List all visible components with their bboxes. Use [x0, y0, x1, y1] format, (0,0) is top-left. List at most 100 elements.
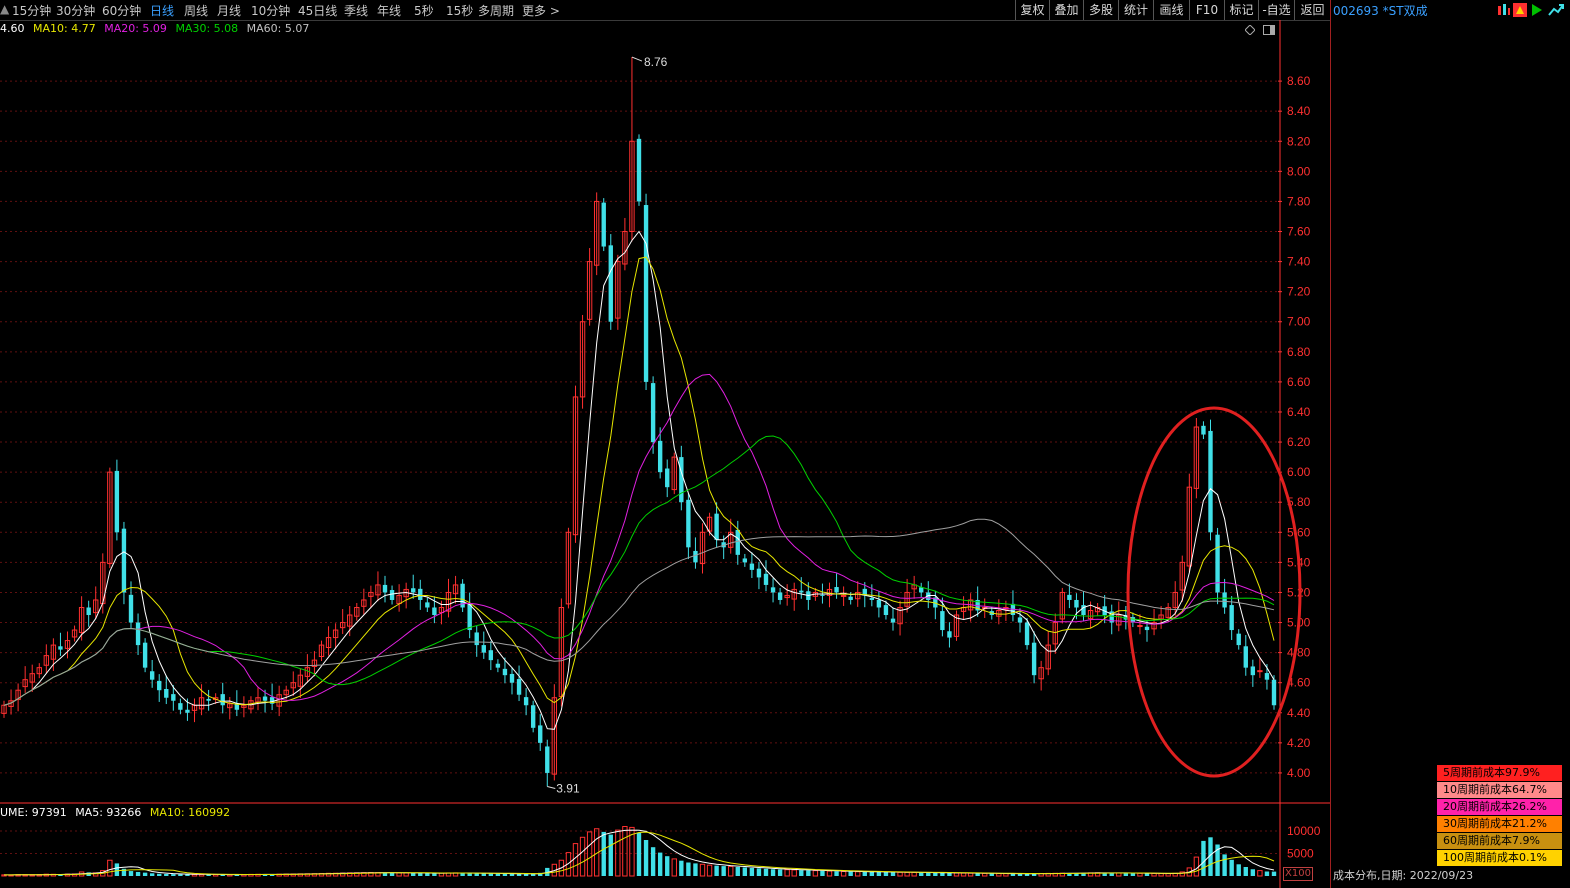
candle-body-down [432, 607, 437, 616]
cost-legend-row-4: 60周期前成本7.9% [1437, 833, 1562, 849]
price-tick-label: 6.80 [1287, 345, 1311, 359]
period-tab-13[interactable]: 更多 > [522, 2, 560, 19]
cost-legend-row-1: 10周期前成本64.7% [1437, 782, 1562, 798]
candle-body-down [1031, 642, 1037, 676]
tool-button-3[interactable]: 统计 [1118, 0, 1153, 20]
candle-body-down [1222, 592, 1227, 608]
candle-body-down [1264, 673, 1270, 680]
chart-mode-icon[interactable] [1497, 3, 1511, 17]
price-tick-label: 4.40 [1287, 706, 1311, 720]
volume-bar-down [933, 872, 938, 876]
candle-body-down [262, 696, 268, 701]
candle-body-down [1201, 425, 1206, 435]
candle-body-down [467, 603, 472, 631]
candle-body-down [940, 611, 945, 631]
volume-bar-up [953, 872, 960, 877]
candle-body-down [1271, 679, 1277, 706]
tool-button-0[interactable]: 复权 [1015, 0, 1049, 20]
volume-bar-up [960, 872, 967, 877]
volume-bar-down [926, 872, 931, 876]
candle-body-down [947, 631, 952, 638]
tool-button-6[interactable]: 标记 [1224, 0, 1258, 20]
candle-body-down [876, 599, 882, 608]
candle-body-down [86, 607, 91, 616]
volume-bar-down [714, 865, 719, 876]
volume-bar-down [1123, 873, 1129, 876]
candle-body-down [58, 646, 63, 650]
price-tick-label: 7.20 [1287, 285, 1311, 299]
volume-bar-up [982, 872, 988, 877]
volume-bar-down [1264, 871, 1270, 876]
period-tab-2[interactable]: 60分钟 [102, 2, 141, 19]
period-tab-10[interactable]: 5秒 [414, 2, 434, 19]
candle-body-down [1243, 646, 1248, 668]
volume-bar-down [834, 871, 839, 876]
tool-button-5[interactable]: F10 [1189, 0, 1224, 20]
period-tab-5[interactable]: 月线 [217, 2, 241, 19]
period-tab-8[interactable]: 季线 [344, 2, 368, 19]
cost-legend-row-3: 30周期前成本21.2% [1437, 816, 1562, 832]
volume-bar-up [840, 871, 847, 877]
toolbar-left-edge-icon: ▲ [0, 2, 10, 16]
period-tab-12[interactable]: 多周期 [478, 2, 514, 19]
volume-bar-down [467, 873, 472, 876]
volume-bar-down [799, 870, 804, 876]
candle-body-down [693, 550, 698, 563]
volume-ma5-value: MA5: 93266 [75, 806, 142, 819]
price-tick-label: 7.00 [1287, 315, 1311, 329]
volume-bar-up [1137, 872, 1143, 877]
candle-body-down [679, 457, 684, 503]
volume-bar-up [897, 871, 903, 877]
tool-button-8[interactable]: 返回 [1294, 0, 1330, 20]
period-tab-9[interactable]: 年线 [377, 2, 401, 19]
cost-legend-row-2: 20周期前成本26.2% [1437, 799, 1562, 815]
volume-bar-up [911, 871, 917, 877]
candle-body-down [777, 592, 783, 600]
tool-button-4[interactable]: 画线 [1153, 0, 1189, 20]
indicator-icon[interactable] [1513, 3, 1527, 17]
candle-body-down [509, 673, 515, 683]
period-tab-3[interactable]: 日线 [150, 2, 174, 19]
candle-body-down [636, 138, 642, 202]
volume-bar-down [763, 868, 769, 876]
candle-body-down [1024, 622, 1030, 646]
tool-button-2[interactable]: 多股 [1083, 0, 1118, 20]
volume-bar-up [855, 871, 861, 877]
period-tab-11[interactable]: 15秒 [446, 2, 473, 19]
volume-bar-down [135, 871, 141, 876]
candle-body-down [495, 663, 501, 668]
period-tab-6[interactable]: 10分钟 [251, 2, 290, 19]
candle-body-down [883, 605, 889, 616]
expand-icon[interactable] [1548, 3, 1564, 17]
volume-bar-up [706, 864, 713, 877]
kline-chart[interactable]: 8.60 8.40 8.20 8.00 7.80 7.60 7.40 7.20 7.00 6.80… [0, 20, 1330, 888]
candle-body-down [418, 588, 423, 600]
volume-bar-up [791, 869, 797, 877]
play-icon[interactable] [1530, 3, 1544, 17]
stock-title[interactable]: 002693 *ST双成 [1333, 2, 1428, 19]
candle-body-down [665, 468, 670, 488]
candle-body-down [714, 513, 719, 540]
candle-body-down [538, 725, 543, 743]
low-pointer [547, 785, 556, 789]
candle-body-down [799, 590, 804, 593]
volume-bar-down [432, 873, 437, 876]
volume-bar-down [488, 873, 494, 876]
candle-body-down [763, 573, 769, 585]
volume-bar-down [643, 840, 649, 876]
period-tab-1[interactable]: 30分钟 [56, 2, 95, 19]
low-price-label: 3.91 [556, 781, 580, 795]
period-tab-7[interactable]: 45日线 [298, 2, 337, 19]
candle-body-down [502, 668, 508, 676]
candle-body-down [481, 645, 486, 653]
candle-body-down [601, 202, 606, 247]
volume-unit: X100 [1283, 867, 1313, 881]
tool-button-1[interactable]: 叠加 [1049, 0, 1083, 20]
tool-button-7[interactable]: -自选 [1258, 0, 1294, 20]
candle-body-down [770, 587, 776, 593]
period-tab-0[interactable]: 15分钟 [12, 2, 51, 19]
volume-bar-down [657, 852, 663, 876]
price-tick-label: 8.00 [1287, 164, 1311, 178]
period-tab-4[interactable]: 周线 [184, 2, 208, 19]
candle-body-down [650, 383, 656, 443]
